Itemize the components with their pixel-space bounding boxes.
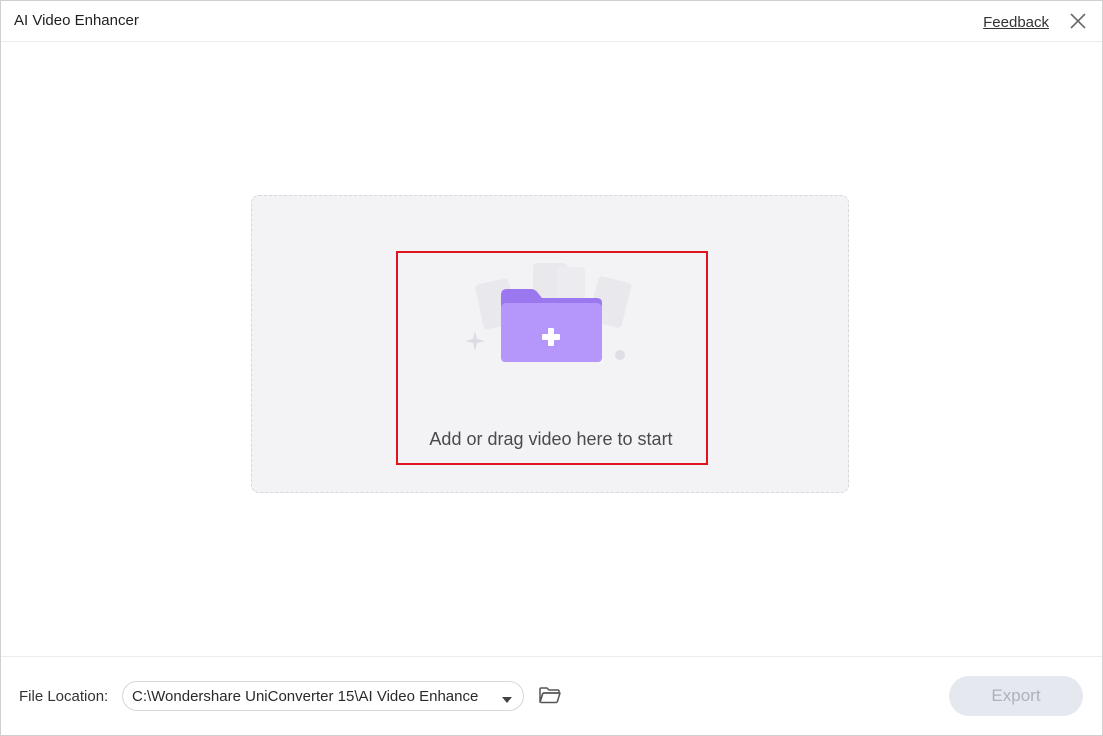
ai-video-enhancer-window: AI Video Enhancer Feedback Add or drag v…: [0, 0, 1103, 736]
chevron-down-icon[interactable]: [501, 692, 513, 703]
export-button[interactable]: Export: [949, 676, 1083, 716]
window-title: AI Video Enhancer: [14, 12, 139, 29]
title-bar: AI Video Enhancer Feedback: [1, 1, 1102, 42]
file-location-value: C:\Wondershare UniConverter 15\AI Video …: [132, 688, 479, 705]
feedback-link[interactable]: Feedback: [983, 14, 1049, 31]
file-location-select[interactable]: C:\Wondershare UniConverter 15\AI Video …: [122, 681, 524, 711]
file-location-label: File Location:: [19, 688, 109, 705]
highlight-annotation: [396, 251, 708, 465]
folder-icon[interactable]: [538, 685, 562, 707]
close-icon[interactable]: [1068, 11, 1088, 31]
